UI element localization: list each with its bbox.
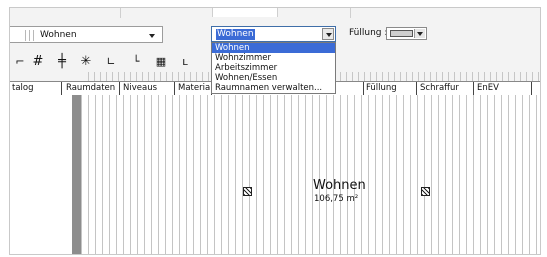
tab-notch bbox=[212, 8, 278, 17]
crosshair-grid-icon[interactable]: ╪ bbox=[52, 52, 72, 70]
fill-label: Füllung : bbox=[349, 28, 388, 38]
grip-icon bbox=[29, 30, 30, 41]
tab-fuellung[interactable]: Füllung bbox=[363, 82, 417, 95]
partial-icon[interactable]: ʟ bbox=[175, 52, 195, 70]
room-name-combo-value[interactable]: Wohnen bbox=[216, 29, 255, 40]
tab-niveaus[interactable]: Niveaus bbox=[121, 82, 175, 95]
separator bbox=[350, 8, 351, 18]
separator bbox=[120, 8, 121, 18]
measure-angle-icon[interactable]: ∟ bbox=[101, 52, 121, 70]
dotted-grid-icon[interactable]: ▦ bbox=[151, 52, 171, 70]
layer-combo[interactable]: Wohnen bbox=[10, 26, 163, 43]
chevron-down-icon bbox=[417, 32, 423, 36]
room-hatch bbox=[81, 95, 540, 254]
dropdown-option[interactable]: Wohnen bbox=[212, 43, 335, 53]
dropdown-button[interactable] bbox=[414, 29, 425, 38]
hatch-marker-icon[interactable] bbox=[243, 187, 252, 196]
room-name-combo[interactable]: Wohnen bbox=[211, 26, 336, 42]
fill-combo[interactable] bbox=[386, 27, 427, 40]
dropdown-option[interactable]: Wohnen/Essen bbox=[212, 73, 335, 83]
drawing-canvas[interactable]: Wohnen 106,75 m² bbox=[10, 95, 540, 254]
tab-material[interactable]: Materia bbox=[176, 82, 212, 95]
chevron-down-icon[interactable] bbox=[149, 34, 155, 38]
grid-icon[interactable]: # bbox=[28, 52, 48, 70]
grip-icon bbox=[25, 30, 26, 41]
room-area-label: 106,75 m² bbox=[314, 194, 359, 204]
room-name-label[interactable]: Wohnen bbox=[313, 178, 366, 193]
dropdown-option[interactable]: Raumnamen verwalten... bbox=[212, 83, 335, 93]
tab-enev[interactable]: EnEV bbox=[475, 82, 532, 95]
tab-raumdaten[interactable]: Raumdaten bbox=[64, 82, 120, 95]
dropdown-option[interactable]: Wohnzimmer bbox=[212, 53, 335, 63]
grip-icon bbox=[33, 30, 34, 41]
tab-schraffur[interactable]: Schraffur bbox=[418, 82, 474, 95]
dropdown-option[interactable]: Arbeitszimmer bbox=[212, 63, 335, 73]
dropdown-button[interactable] bbox=[322, 28, 334, 40]
gutter bbox=[72, 95, 81, 254]
tab-catalog[interactable]: talog bbox=[10, 82, 62, 95]
fill-swatch bbox=[390, 30, 413, 37]
app-frame: Wohnen Wohnen Wohnen Wohnzimmer Arbeitsz… bbox=[9, 7, 541, 255]
asterisk-icon[interactable]: ✳ bbox=[76, 52, 96, 70]
hatch-marker-icon[interactable] bbox=[421, 187, 430, 196]
room-name-dropdown[interactable]: Wohnen Wohnzimmer Arbeitszimmer Wohnen/E… bbox=[211, 42, 336, 94]
chevron-down-icon bbox=[326, 33, 332, 37]
partial-frame-icon[interactable]: ⌐ bbox=[10, 52, 30, 70]
corner-axis-icon[interactable]: └ bbox=[126, 52, 146, 70]
layer-combo-value: Wohnen bbox=[40, 30, 77, 40]
